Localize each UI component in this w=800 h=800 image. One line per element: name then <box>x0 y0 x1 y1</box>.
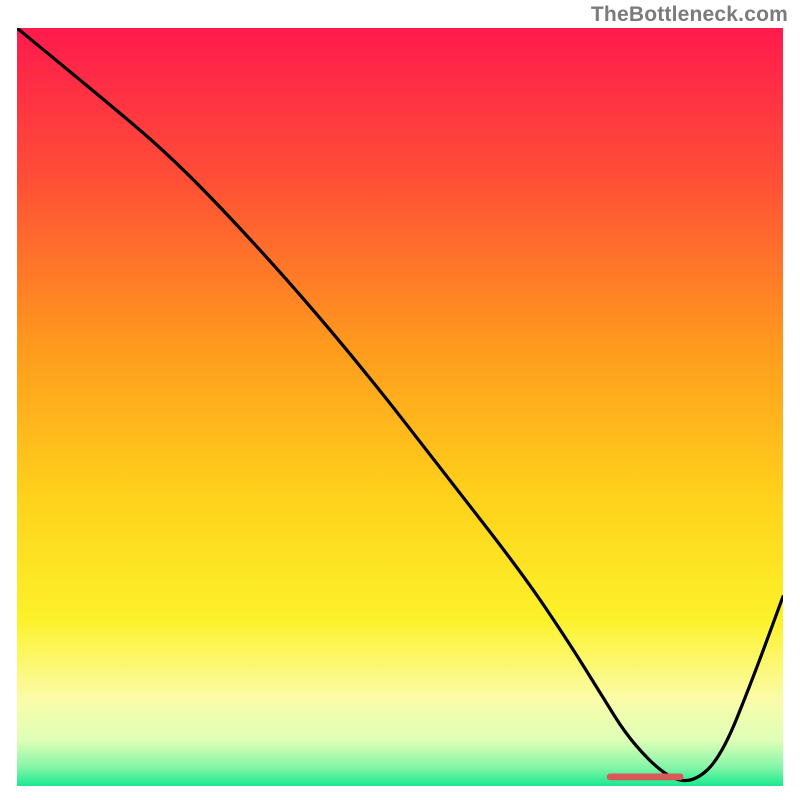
bottleneck-zone-marker <box>607 773 684 780</box>
chart-stage: TheBottleneck.com <box>0 0 800 800</box>
gradient-background <box>17 28 783 786</box>
watermark-text: TheBottleneck.com <box>591 3 788 27</box>
chart-svg <box>17 28 783 786</box>
chart-plot-area <box>17 28 783 786</box>
